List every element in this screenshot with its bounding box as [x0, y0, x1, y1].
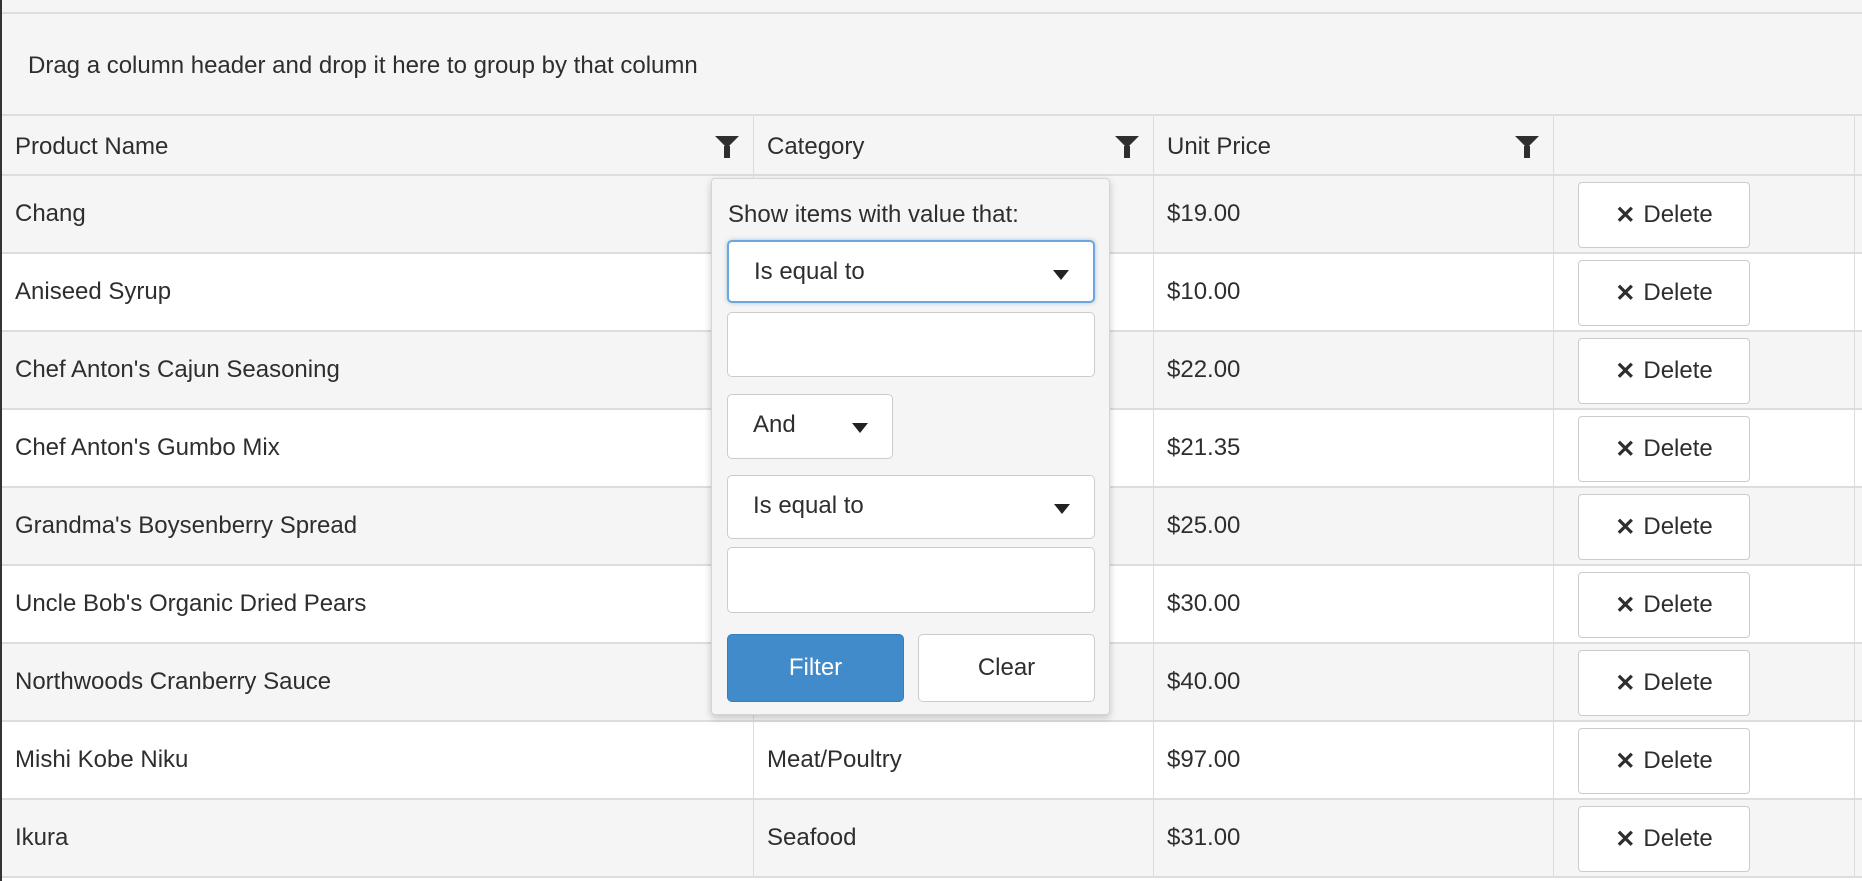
close-icon: ✕ [1615, 747, 1636, 775]
delete-button[interactable]: ✕ Delete [1578, 728, 1750, 794]
cell-product-name: Mishi Kobe Niku [2, 722, 754, 798]
select-value: Is equal to [753, 492, 864, 519]
delete-button[interactable]: ✕ Delete [1578, 182, 1750, 248]
filter-button[interactable]: Filter [727, 634, 904, 702]
cell-product-name: Chang [2, 176, 754, 252]
select-value: Is equal to [754, 258, 865, 285]
delete-label: Delete [1643, 435, 1713, 462]
close-icon: ✕ [1615, 591, 1636, 619]
dropdown-arrow-icon [852, 423, 868, 433]
table-row[interactable]: Mishi Kobe Niku Meat/Poultry $97.00 ✕ Del… [2, 722, 1862, 800]
cell-unit-price: $10.00 [1154, 254, 1554, 330]
close-icon: ✕ [1615, 279, 1636, 307]
delete-button[interactable]: ✕ Delete [1578, 650, 1750, 716]
logic-select[interactable]: And [727, 394, 893, 459]
cell-product-name: Chef Anton's Gumbo Mix [2, 410, 754, 486]
delete-label: Delete [1643, 747, 1713, 774]
filter-menu: Show items with value that: Is equal to … [711, 178, 1110, 715]
close-icon: ✕ [1615, 825, 1636, 853]
delete-label: Delete [1643, 591, 1713, 618]
delete-label: Delete [1643, 669, 1713, 696]
column-title: Unit Price [1167, 133, 1272, 160]
table-row[interactable]: Ikura Seafood $31.00 ✕ Delete [2, 800, 1862, 878]
cell-product-name: Ikura [2, 800, 754, 876]
dropdown-arrow-icon [1054, 504, 1070, 514]
select-value: And [753, 411, 796, 438]
filter-menu-label: Show items with value that: [728, 201, 1019, 228]
dropdown-arrow-icon [1053, 270, 1069, 280]
column-header-actions [1554, 116, 1855, 176]
cell-unit-price: $19.00 [1154, 176, 1554, 252]
filter-icon[interactable] [1515, 136, 1539, 158]
group-hint: Drag a column header and drop it here to… [28, 52, 698, 79]
column-title: Product Name [15, 133, 169, 160]
clear-button[interactable]: Clear [918, 634, 1095, 702]
delete-button[interactable]: ✕ Delete [1578, 260, 1750, 326]
cell-unit-price: $31.00 [1154, 800, 1554, 876]
toolbar-band [2, 0, 1862, 14]
delete-button[interactable]: ✕ Delete [1578, 572, 1750, 638]
value-input-1[interactable] [727, 312, 1095, 377]
cell-unit-price: $40.00 [1154, 644, 1554, 720]
cell-category: Seafood [754, 800, 1154, 876]
delete-label: Delete [1643, 201, 1713, 228]
column-header-product-name[interactable]: Product Name [2, 116, 754, 176]
close-icon: ✕ [1615, 669, 1636, 697]
operator-select-1[interactable]: Is equal to [727, 240, 1095, 303]
filter-icon[interactable] [1115, 136, 1139, 158]
group-drop-area[interactable]: Drag a column header and drop it here to… [2, 14, 1862, 116]
delete-label: Delete [1643, 513, 1713, 540]
cell-unit-price: $25.00 [1154, 488, 1554, 564]
cell-product-name: Northwoods Cranberry Sauce [2, 644, 754, 720]
delete-button[interactable]: ✕ Delete [1578, 494, 1750, 560]
delete-label: Delete [1643, 279, 1713, 306]
value-input-2[interactable] [727, 547, 1095, 613]
close-icon: ✕ [1615, 201, 1636, 229]
cell-product-name: Grandma's Boysenberry Spread [2, 488, 754, 564]
column-header-unit-price[interactable]: Unit Price [1154, 116, 1554, 176]
delete-button[interactable]: ✕ Delete [1578, 806, 1750, 872]
delete-label: Delete [1643, 825, 1713, 852]
delete-label: Delete [1643, 357, 1713, 384]
close-icon: ✕ [1615, 513, 1636, 541]
cell-category: Meat/Poultry [754, 722, 1154, 798]
cell-product-name: Aniseed Syrup [2, 254, 754, 330]
cell-product-name: Chef Anton's Cajun Seasoning [2, 332, 754, 408]
cell-product-name: Uncle Bob's Organic Dried Pears [2, 566, 754, 642]
operator-select-2[interactable]: Is equal to [727, 475, 1095, 539]
filter-icon[interactable] [715, 136, 739, 158]
close-icon: ✕ [1615, 435, 1636, 463]
cell-unit-price: $22.00 [1154, 332, 1554, 408]
cell-unit-price: $21.35 [1154, 410, 1554, 486]
delete-button[interactable]: ✕ Delete [1578, 338, 1750, 404]
cell-unit-price: $97.00 [1154, 722, 1554, 798]
grid-header: Product Name Category Unit Price [2, 116, 1862, 176]
column-header-category[interactable]: Category [754, 116, 1154, 176]
column-title: Category [767, 133, 865, 160]
cell-unit-price: $30.00 [1154, 566, 1554, 642]
close-icon: ✕ [1615, 357, 1636, 385]
delete-button[interactable]: ✕ Delete [1578, 416, 1750, 482]
